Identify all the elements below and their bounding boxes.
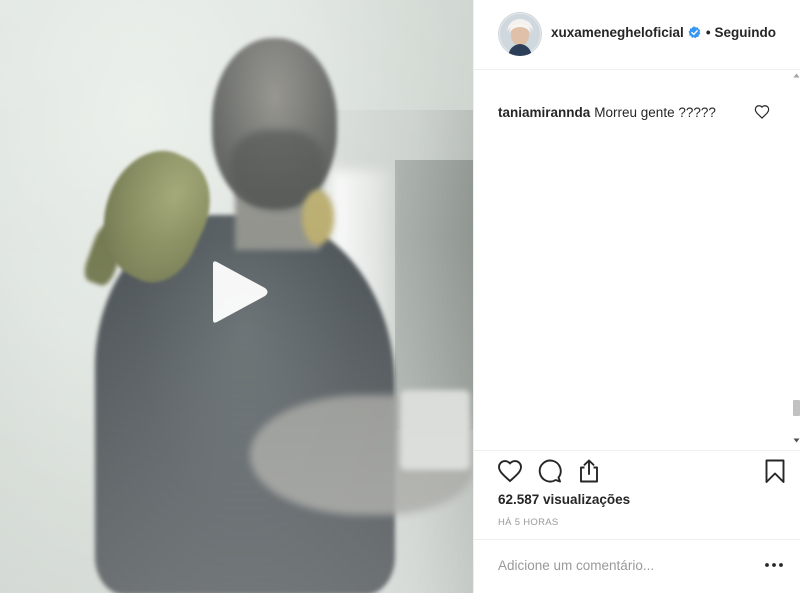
post-timestamp[interactable]: HÁ 5 HORAS bbox=[498, 517, 559, 528]
comment-input[interactable] bbox=[498, 554, 748, 576]
heart-outline-icon[interactable] bbox=[497, 458, 523, 484]
video-player[interactable] bbox=[0, 0, 473, 593]
separator-dot: • bbox=[705, 25, 711, 40]
post-details-panel: xuxamenegheloficial • Seguindo taniamira… bbox=[473, 0, 800, 593]
comments-scrollbar[interactable] bbox=[792, 70, 800, 448]
ellipsis-icon[interactable] bbox=[762, 556, 786, 574]
view-count[interactable]: 62.587 visualizações bbox=[498, 492, 630, 507]
avatar[interactable] bbox=[498, 12, 542, 56]
scrollbar-thumb[interactable] bbox=[793, 400, 800, 416]
play-icon[interactable] bbox=[205, 258, 271, 326]
speech-bubble-icon[interactable] bbox=[537, 458, 563, 484]
comment-text: Morreu gente ????? bbox=[594, 105, 716, 120]
post-header: xuxamenegheloficial • Seguindo bbox=[474, 0, 800, 70]
author-info: xuxamenegheloficial • Seguindo bbox=[551, 25, 776, 40]
verified-badge-icon bbox=[688, 26, 701, 39]
author-username[interactable]: xuxamenegheloficial bbox=[551, 25, 684, 40]
comments-list: taniamirannda Morreu gente ????? bbox=[474, 70, 800, 450]
share-icon[interactable] bbox=[576, 458, 602, 484]
comment-username[interactable]: taniamirannda bbox=[498, 105, 590, 120]
comment-item: taniamirannda Morreu gente ????? bbox=[498, 104, 768, 122]
following-button[interactable]: Seguindo bbox=[715, 25, 777, 40]
add-comment-section bbox=[474, 539, 800, 593]
post-actions bbox=[474, 450, 800, 495]
heart-outline-icon[interactable] bbox=[754, 104, 770, 120]
bookmark-icon[interactable] bbox=[762, 458, 788, 484]
scroll-down-arrow-icon[interactable] bbox=[793, 437, 800, 444]
scroll-up-arrow-icon[interactable] bbox=[793, 72, 800, 79]
